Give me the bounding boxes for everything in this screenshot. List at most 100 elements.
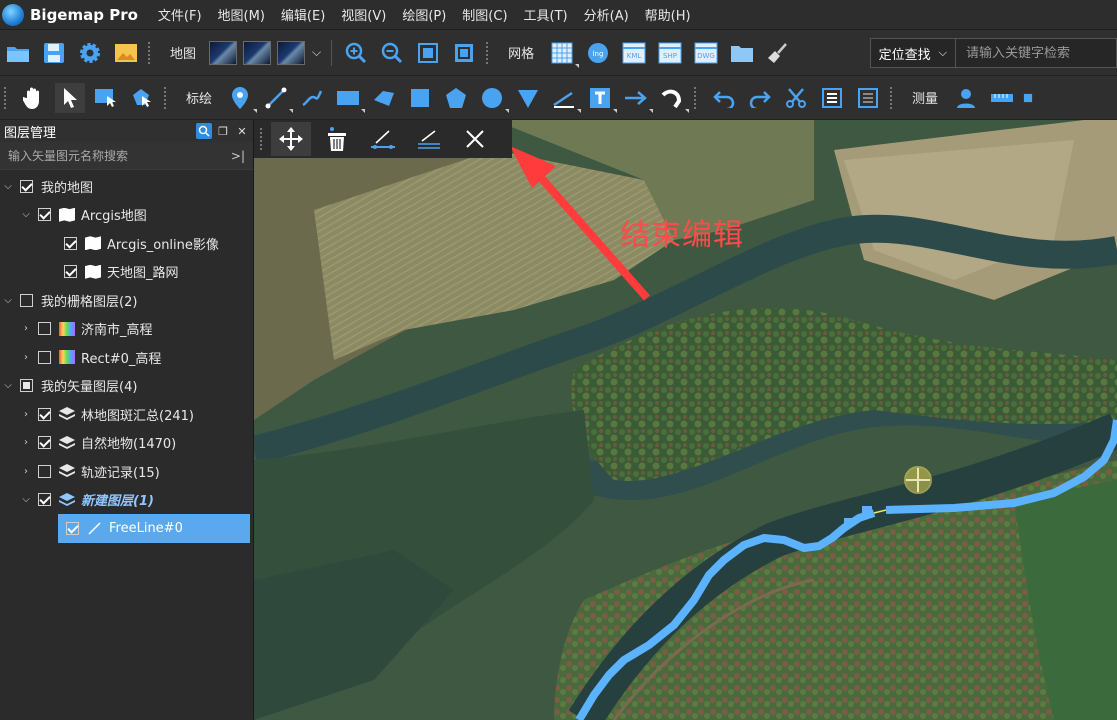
layer-checkbox[interactable] — [66, 521, 79, 535]
image-button[interactable] — [111, 38, 141, 68]
layer-checkbox[interactable] — [20, 379, 33, 393]
expand-down-icon[interactable]: ⌵ — [2, 181, 14, 192]
measure-distance-button[interactable] — [987, 83, 1017, 113]
select-button[interactable] — [55, 82, 85, 113]
tree-row-freeline[interactable]: FreeLine#0 — [58, 514, 250, 543]
folder-button[interactable] — [727, 38, 757, 68]
marker-button[interactable] — [225, 83, 258, 113]
tree-row-tianditu[interactable]: 天地图_路网 — [0, 258, 253, 287]
vector-search-input[interactable] — [8, 148, 228, 163]
keyword-search-input[interactable] — [956, 45, 1116, 61]
kml-button[interactable]: KML — [619, 38, 649, 68]
undo-button[interactable] — [709, 83, 739, 113]
layer-checkbox[interactable] — [38, 350, 51, 364]
search-icon[interactable] — [196, 123, 212, 139]
rectangle-button[interactable] — [333, 83, 366, 113]
attribute-button[interactable] — [817, 83, 847, 113]
tree-row-jinan-elevation[interactable]: › 济南市_高程 — [0, 315, 253, 344]
edit-line-button[interactable] — [363, 122, 403, 156]
layer-checkbox[interactable] — [20, 179, 33, 193]
expand-right-icon[interactable]: › — [20, 352, 32, 363]
polygon-button[interactable] — [369, 83, 399, 113]
zoom-in-button[interactable] — [341, 38, 371, 68]
expand-right-icon[interactable]: › — [20, 466, 32, 477]
tree-row-natural-features[interactable]: › 自然地物(1470) — [0, 429, 253, 458]
expand-right-icon[interactable]: › — [20, 437, 32, 448]
map-source-1-button[interactable] — [209, 40, 238, 65]
clear-button[interactable] — [763, 38, 793, 68]
tree-row-forest-patches[interactable]: › 林地图斑汇总(241) — [0, 400, 253, 429]
save-button[interactable] — [39, 38, 69, 68]
pan-button[interactable] — [19, 83, 49, 113]
zoom-extent-button[interactable] — [413, 38, 443, 68]
layer-checkbox[interactable] — [38, 464, 51, 478]
coordinate-button[interactable]: lng — [583, 38, 613, 68]
tree-row-arcgis-online[interactable]: Arcgis_online影像 — [0, 229, 253, 258]
box-select-button[interactable] — [91, 83, 121, 113]
locate-dropdown[interactable]: 定位查找 ⌵ — [871, 39, 956, 67]
square-button[interactable] — [405, 83, 435, 113]
toolbar-grip[interactable] — [486, 41, 490, 64]
expand-down-icon[interactable]: ⌵ — [2, 295, 14, 306]
menu-draw[interactable]: 绘图(P) — [402, 5, 446, 24]
measure-area-button[interactable] — [1023, 83, 1033, 113]
person-button[interactable] — [951, 83, 981, 113]
fullscreen-button[interactable] — [449, 38, 479, 68]
expand-down-icon[interactable]: ⌵ — [20, 494, 32, 505]
expand-down-icon[interactable]: ⌵ — [20, 209, 32, 220]
settings-button[interactable] — [75, 38, 105, 68]
menu-map[interactable]: 地图(M) — [218, 5, 265, 24]
arrow-button[interactable] — [621, 83, 654, 113]
shp-button[interactable]: SHP — [655, 38, 685, 68]
freehand-button[interactable] — [297, 83, 327, 113]
delete-vertex-button[interactable] — [317, 122, 357, 156]
layer-checkbox[interactable] — [20, 293, 33, 307]
curve-arrow-button[interactable] — [657, 83, 690, 113]
layer-checkbox[interactable] — [38, 322, 51, 336]
measure-line-button[interactable] — [549, 83, 582, 113]
layer-checkbox[interactable] — [64, 265, 77, 279]
tree-row-new-layer[interactable]: ⌵ 新建图层(1) — [0, 486, 253, 515]
menu-help[interactable]: 帮助(H) — [645, 5, 691, 24]
dwg-button[interactable]: DWG — [691, 38, 721, 68]
toolbar-grip[interactable] — [694, 86, 698, 109]
menu-analysis[interactable]: 分析(A) — [584, 5, 629, 24]
layer-checkbox[interactable] — [38, 493, 51, 507]
toolbar-grip[interactable] — [164, 86, 168, 109]
toolbar-grip[interactable] — [260, 128, 264, 150]
grid-button[interactable] — [547, 38, 580, 68]
layer-checkbox[interactable] — [38, 407, 51, 421]
cut-button[interactable] — [781, 83, 811, 113]
expand-right-icon[interactable]: › — [20, 323, 32, 334]
toolbar-grip[interactable] — [890, 86, 894, 109]
collapse-icon[interactable]: >| — [231, 149, 245, 163]
text-button[interactable] — [585, 83, 618, 113]
open-folder-button[interactable] — [3, 38, 33, 68]
sector-button[interactable] — [513, 83, 543, 113]
layer-checkbox[interactable] — [38, 436, 51, 450]
node-edit-button[interactable] — [127, 83, 157, 113]
menu-edit[interactable]: 编辑(E) — [281, 5, 325, 24]
tree-row-vector-layers[interactable]: ⌵ 我的矢量图层(4) — [0, 372, 253, 401]
tree-row-my-map[interactable]: ⌵ 我的地图 — [0, 172, 253, 201]
expand-down-icon[interactable]: ⌵ — [2, 380, 14, 391]
menu-cartography[interactable]: 制图(C) — [462, 5, 507, 24]
pentagon-button[interactable] — [441, 83, 471, 113]
table-button[interactable] — [853, 83, 883, 113]
expand-right-icon[interactable]: › — [20, 409, 32, 420]
zoom-out-button[interactable] — [377, 38, 407, 68]
layer-checkbox[interactable] — [64, 236, 77, 250]
toolbar-grip[interactable] — [4, 86, 8, 109]
tree-row-raster-layers[interactable]: ⌵ 我的栅格图层(2) — [0, 286, 253, 315]
move-button[interactable] — [271, 122, 311, 156]
tree-row-arcgis[interactable]: ⌵ Arcgis地图 — [0, 201, 253, 230]
map-source-2-button[interactable] — [243, 40, 272, 65]
redo-button[interactable] — [745, 83, 775, 113]
tree-row-rect-elevation[interactable]: › Rect#0_高程 — [0, 343, 253, 372]
restore-icon[interactable]: ❐ — [215, 123, 231, 139]
circle-button[interactable] — [477, 83, 510, 113]
end-edit-button[interactable] — [455, 122, 495, 156]
menu-tools[interactable]: 工具(T) — [524, 5, 568, 24]
toolbar-grip[interactable] — [148, 41, 152, 64]
tree-row-track-records[interactable]: › 轨迹记录(15) — [0, 457, 253, 486]
